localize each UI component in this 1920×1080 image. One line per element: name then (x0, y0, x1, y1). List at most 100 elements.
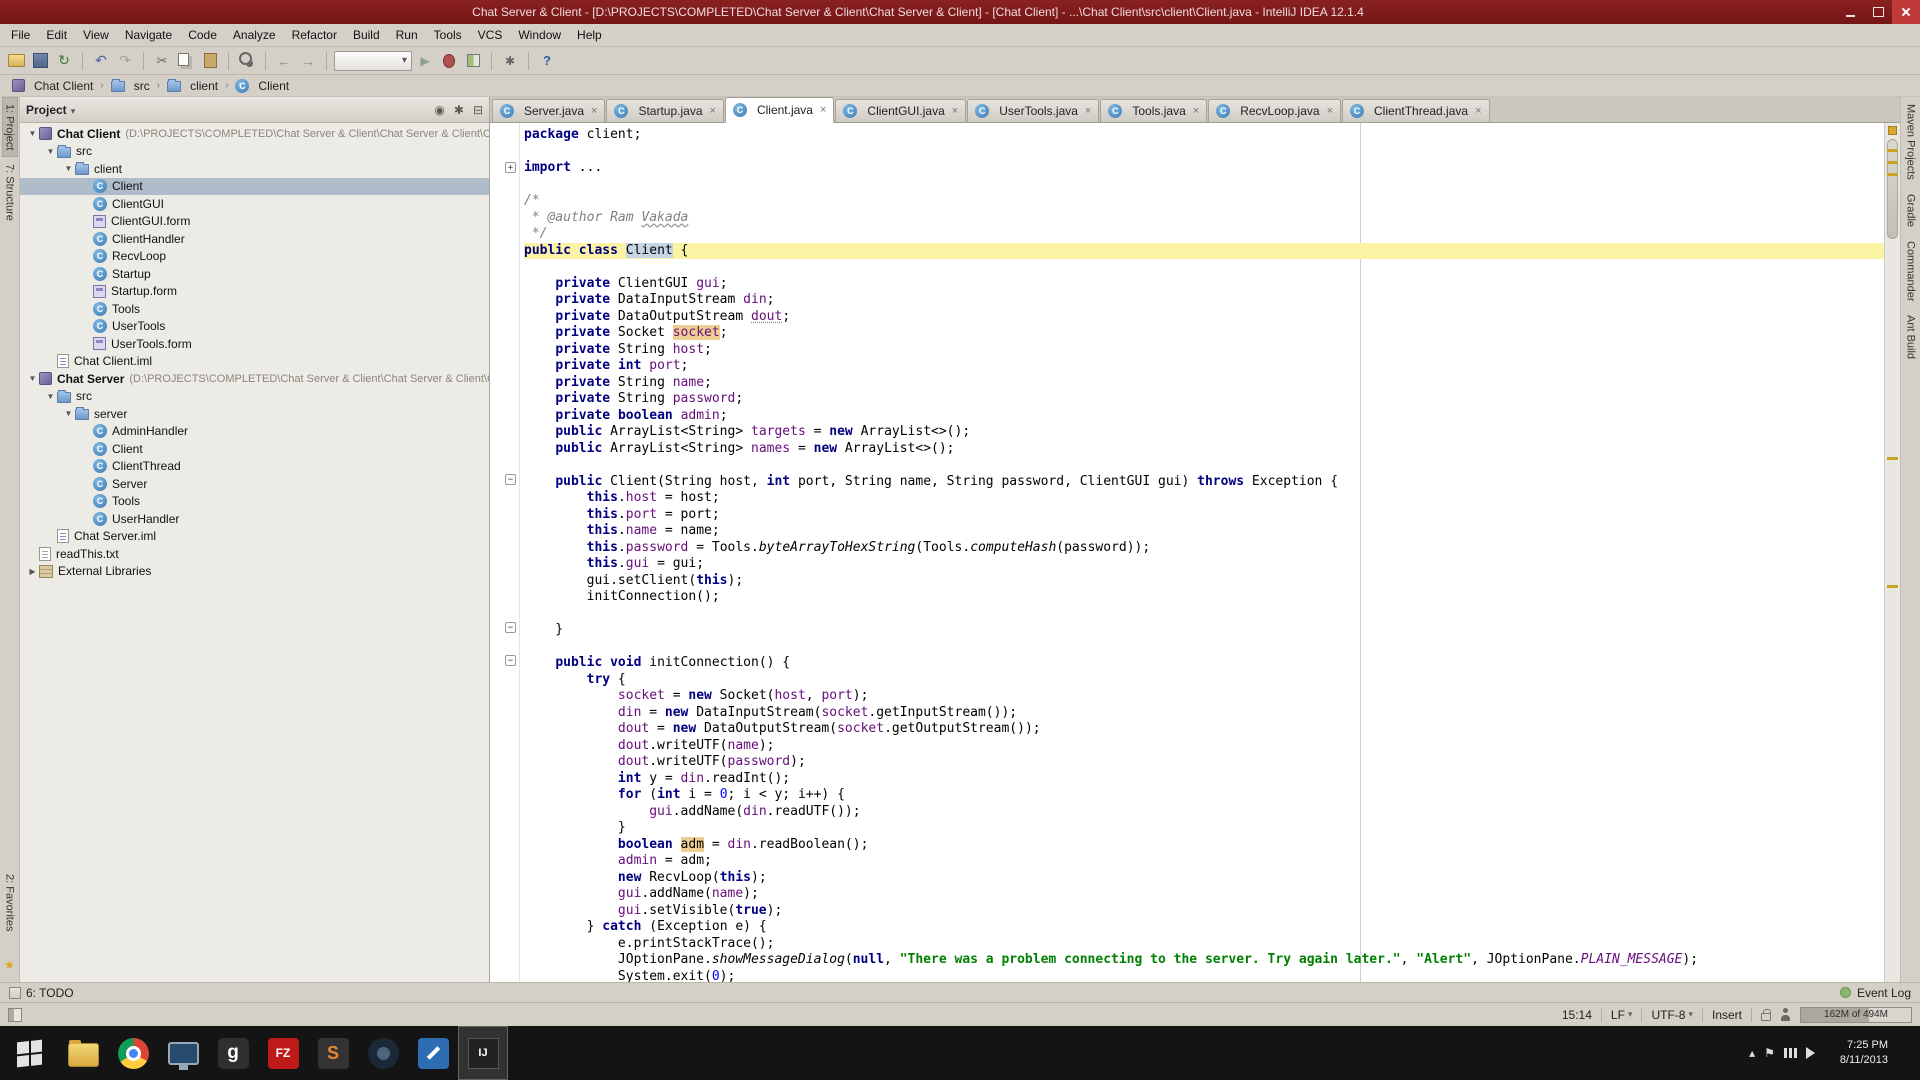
tree-expander-icon[interactable]: ▼ (44, 392, 57, 401)
readonly-lock-icon[interactable] (1761, 1013, 1771, 1021)
tree-item-client[interactable]: CClient (20, 440, 489, 458)
tree-expander-icon[interactable]: ▶ (26, 567, 39, 576)
line-separator-indicator[interactable]: LF (1611, 1008, 1633, 1022)
code-line[interactable]: private boolean admin; (524, 408, 1884, 425)
help-icon[interactable] (536, 50, 558, 72)
menu-navigate[interactable]: Navigate (117, 25, 180, 45)
tree-item-usertools[interactable]: CUserTools (20, 318, 489, 336)
copy-icon[interactable] (175, 50, 197, 72)
project-panel-title[interactable]: Project (26, 103, 75, 117)
tree-expander-icon[interactable]: ▼ (62, 164, 75, 173)
menu-tools[interactable]: Tools (426, 25, 470, 45)
tree-item-adminhandler[interactable]: CAdminHandler (20, 423, 489, 441)
code-line[interactable]: int y = din.readInt(); (524, 771, 1884, 788)
tree-expander-icon[interactable]: ▼ (44, 147, 57, 156)
menu-analyze[interactable]: Analyze (225, 25, 284, 45)
code-line[interactable]: socket = new Socket(host, port); (524, 688, 1884, 705)
minimize-button[interactable] (1836, 0, 1864, 24)
code-line[interactable]: public ArrayList<String> targets = new A… (524, 424, 1884, 441)
menu-edit[interactable]: Edit (38, 25, 75, 45)
tool-button-gradle[interactable]: Gradle (1903, 187, 1919, 234)
code-line[interactable] (524, 457, 1884, 474)
code-line[interactable]: public Client(String host, int port, Str… (524, 474, 1884, 491)
event-log-button[interactable]: Event Log (1840, 986, 1911, 1000)
fold-plus-icon[interactable]: + (505, 162, 516, 173)
code-editor[interactable]: package client;import .../* * @author Ra… (520, 123, 1884, 982)
tree-item-clientgui[interactable]: CClientGUI (20, 195, 489, 213)
tree-item-client[interactable]: ▼client (20, 160, 489, 178)
open-icon[interactable] (5, 50, 27, 72)
taskbar-button-blue-app[interactable] (408, 1026, 458, 1080)
start-button[interactable] (0, 1026, 58, 1080)
tool-button-ant-build[interactable]: Ant Build (1903, 308, 1919, 366)
close-tab-icon[interactable]: × (591, 105, 597, 117)
fold-minus-icon[interactable]: − (505, 622, 516, 633)
code-line[interactable]: private Socket socket; (524, 325, 1884, 342)
tree-item-userhandler[interactable]: CUserHandler (20, 510, 489, 528)
tool-button-1-project[interactable]: 1: Project (2, 97, 18, 157)
taskbar-button-filezilla[interactable]: FZ (258, 1026, 308, 1080)
code-line[interactable]: System.exit(0); (524, 969, 1884, 983)
tool-button-7-structure[interactable]: 7: Structure (2, 157, 18, 228)
hector-inspector-icon[interactable] (1780, 1008, 1791, 1021)
tree-item-external-libraries[interactable]: ▶External Libraries (20, 563, 489, 581)
back-icon[interactable] (273, 50, 295, 72)
maximize-button[interactable] (1864, 0, 1892, 24)
tree-item-tools[interactable]: CTools (20, 300, 489, 318)
menu-window[interactable]: Window (510, 25, 569, 45)
code-line[interactable]: din = new DataInputStream(socket.getInpu… (524, 705, 1884, 722)
code-line[interactable]: private DataInputStream din; (524, 292, 1884, 309)
tree-item-chat-client-iml[interactable]: Chat Client.iml (20, 353, 489, 371)
code-line[interactable]: e.printStackTrace(); (524, 936, 1884, 953)
code-line[interactable]: private int port; (524, 358, 1884, 375)
caret-position[interactable]: 15:14 (1562, 1008, 1592, 1022)
panel-settings-icon[interactable] (454, 103, 464, 117)
code-line[interactable]: new RecvLoop(this); (524, 870, 1884, 887)
code-line[interactable]: admin = adm; (524, 853, 1884, 870)
coverage-icon[interactable] (462, 50, 484, 72)
code-line[interactable]: gui.setClient(this); (524, 573, 1884, 590)
tab-clientgui-java[interactable]: CClientGUI.java× (835, 99, 966, 122)
menu-refactor[interactable]: Refactor (284, 25, 345, 45)
code-line[interactable]: this.port = port; (524, 507, 1884, 524)
taskbar-button-gimp[interactable]: g (208, 1026, 258, 1080)
breadcrumb-item-chat-client[interactable]: Chat Client (8, 79, 97, 93)
tree-item-recvloop[interactable]: CRecvLoop (20, 248, 489, 266)
toolwindow-switcher-icon[interactable] (8, 1008, 22, 1022)
code-line[interactable] (524, 144, 1884, 161)
redo-icon[interactable] (114, 50, 136, 72)
taskbar-clock[interactable]: 7:25 PM 8/11/2013 (1830, 1038, 1898, 1068)
tree-item-chat-client[interactable]: ▼Chat Client(D:\PROJECTS\COMPLETED\Chat … (20, 125, 489, 143)
code-line[interactable]: /* (524, 193, 1884, 210)
tree-item-clientthread[interactable]: CClientThread (20, 458, 489, 476)
menu-file[interactable]: File (3, 25, 38, 45)
tab-startup-java[interactable]: CStartup.java× (606, 99, 723, 122)
tab-server-java[interactable]: CServer.java× (492, 99, 605, 122)
code-line[interactable] (524, 177, 1884, 194)
menu-build[interactable]: Build (345, 25, 388, 45)
code-line[interactable]: * @author Ram Vakada (524, 210, 1884, 227)
locate-file-icon[interactable] (434, 103, 444, 117)
code-line[interactable]: dout = new DataOutputStream(socket.getOu… (524, 721, 1884, 738)
code-line[interactable]: */ (524, 226, 1884, 243)
code-line[interactable]: import ... (524, 160, 1884, 177)
taskbar-button-explorer[interactable] (58, 1026, 108, 1080)
tree-item-chat-server[interactable]: ▼Chat Server(D:\PROJECTS\COMPLETED\Chat … (20, 370, 489, 388)
undo-icon[interactable] (90, 50, 112, 72)
flag-icon[interactable] (1764, 1046, 1775, 1060)
chevron-up-icon[interactable] (1749, 1046, 1755, 1060)
search-icon[interactable] (236, 50, 258, 72)
network-icon[interactable] (1784, 1048, 1797, 1058)
tab-client-java[interactable]: CClient.java× (725, 97, 834, 123)
menu-vcs[interactable]: VCS (470, 25, 511, 45)
close-tab-icon[interactable]: × (1193, 105, 1199, 117)
scrollbar-thumb[interactable] (1887, 139, 1898, 239)
code-line[interactable]: dout.writeUTF(name); (524, 738, 1884, 755)
tree-item-chat-server-iml[interactable]: Chat Server.iml (20, 528, 489, 546)
code-line[interactable]: gui.addName(din.readUTF()); (524, 804, 1884, 821)
volume-icon[interactable] (1806, 1047, 1821, 1059)
tab-tools-java[interactable]: CTools.java× (1100, 99, 1207, 122)
close-tab-icon[interactable]: × (710, 105, 716, 117)
tab-recvloop-java[interactable]: CRecvLoop.java× (1208, 99, 1341, 122)
code-line[interactable]: try { (524, 672, 1884, 689)
